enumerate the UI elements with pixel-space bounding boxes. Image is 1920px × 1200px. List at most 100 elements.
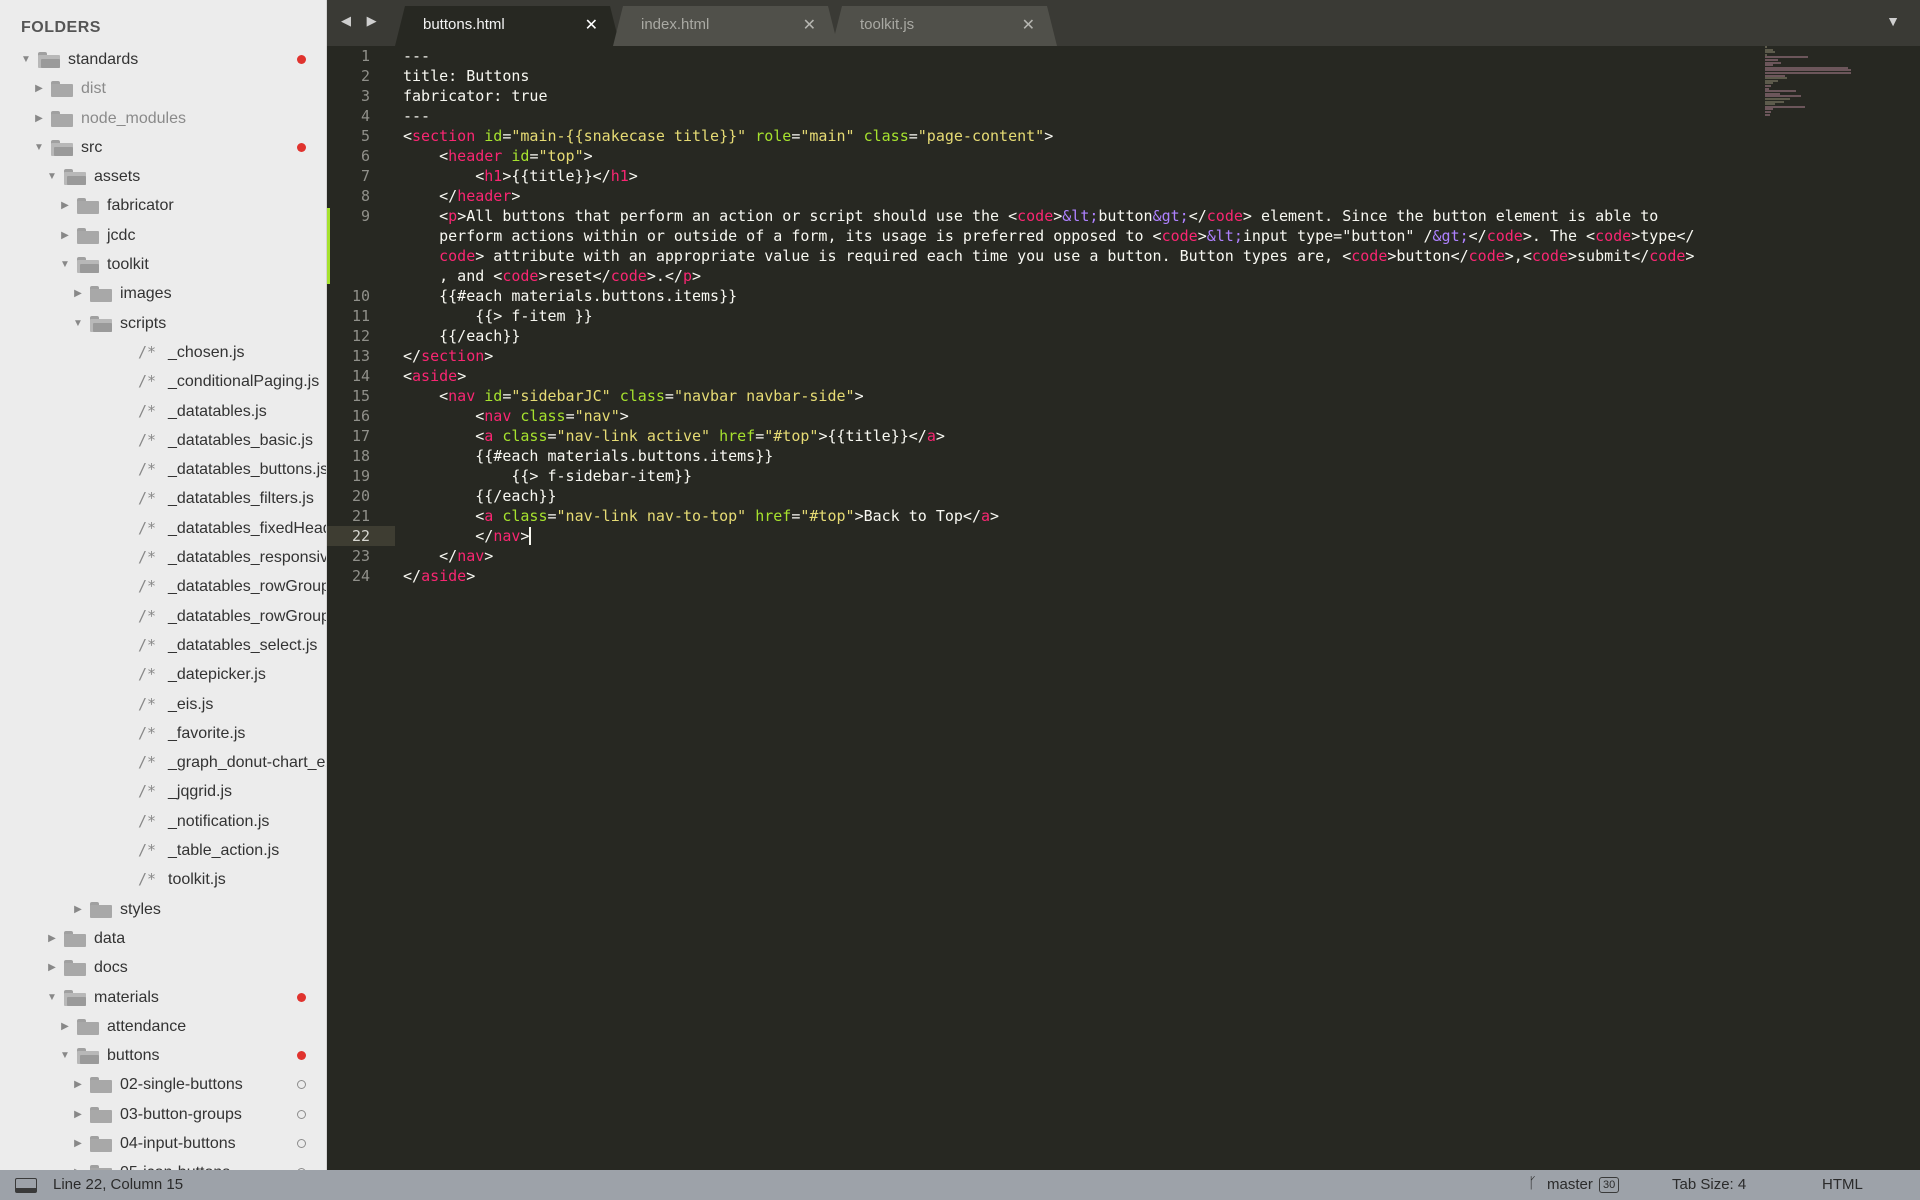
code-line[interactable]: --- — [403, 46, 430, 66]
tree-file[interactable]: /* _datatables_filters.js — [0, 484, 326, 513]
disclosure-closed-icon[interactable]: ▶ — [72, 1129, 84, 1158]
disclosure-closed-icon[interactable]: ▶ — [33, 104, 45, 133]
code-line[interactable]: {{> f-sidebar-item}} — [403, 466, 692, 486]
tree-folder[interactable]: ▶ 02-single-buttons — [0, 1070, 326, 1099]
disclosure-open-icon[interactable]: ▼ — [33, 133, 45, 162]
tree-folder[interactable]: ▶ images — [0, 279, 326, 308]
code-line[interactable]: <header id="top"> — [403, 146, 593, 166]
tree-file[interactable]: /* _datatables_responsive. — [0, 543, 326, 572]
close-icon[interactable]: ✕ — [585, 15, 598, 35]
code-line[interactable]: </header> — [403, 186, 520, 206]
disclosure-closed-icon[interactable]: ▶ — [59, 1012, 71, 1041]
code-line[interactable]: <nav id="sidebarJC" class="navbar navbar… — [403, 386, 863, 406]
git-branch[interactable]: master — [1547, 1176, 1593, 1193]
disclosure-closed-icon[interactable]: ▶ — [72, 1070, 84, 1099]
tree-folder[interactable]: ▶ fabricator — [0, 191, 326, 220]
code-line[interactable]: </aside> — [403, 566, 475, 586]
tree-file[interactable]: /* _datatables_select.js — [0, 631, 326, 660]
tree-file[interactable]: /* toolkit.js — [0, 865, 326, 894]
code-line[interactable]: </section> — [403, 346, 493, 366]
panel-toggle-icon[interactable] — [15, 1178, 37, 1193]
tree-folder[interactable]: ▼ src — [0, 133, 326, 162]
tree-folder[interactable]: ▼ standards — [0, 45, 326, 74]
code-line[interactable]: {{#each materials.buttons.items}} — [403, 446, 773, 466]
code-editor[interactable]: 1 2 3 4 5 6 7 8 9 10 11 12 13 14 15 16 17 18 19 20 21 22 23 24 … — [327, 46, 1920, 1170]
tree-folder[interactable]: ▶ data — [0, 924, 326, 953]
tree-folder[interactable]: ▶ attendance — [0, 1012, 326, 1041]
code-line[interactable]: <h1>{{title}}</h1> — [403, 166, 638, 186]
disclosure-open-icon[interactable]: ▼ — [59, 250, 71, 279]
disclosure-closed-icon[interactable]: ▶ — [72, 1158, 84, 1170]
syntax-selector[interactable]: HTML — [1822, 1176, 1863, 1193]
code-line[interactable]: <nav class="nav"> — [403, 406, 629, 426]
disclosure-open-icon[interactable]: ▼ — [72, 309, 84, 338]
tree-file[interactable]: /* _notification.js — [0, 807, 326, 836]
code-line[interactable]: <a class="nav-link nav-to-top" href="#to… — [403, 506, 999, 526]
code-line[interactable]: </nav> — [403, 526, 529, 546]
tree-folder[interactable]: ▶ docs — [0, 953, 326, 982]
disclosure-open-icon[interactable]: ▼ — [46, 983, 58, 1012]
minimap[interactable] — [1765, 46, 1860, 116]
code-line[interactable]: {{#each materials.buttons.items}} — [403, 286, 737, 306]
tree-folder[interactable]: ▼ toolkit — [0, 250, 326, 279]
tree-folder[interactable]: ▶ node_modules — [0, 104, 326, 133]
tree-file[interactable]: /* _datatables_basic.js — [0, 426, 326, 455]
code-line[interactable]: {{> f-item }} — [403, 306, 592, 326]
tree-file[interactable]: /* _eis.js — [0, 690, 326, 719]
disclosure-closed-icon[interactable]: ▶ — [46, 953, 58, 982]
tree-folder[interactable]: ▶ dist — [0, 74, 326, 103]
code-line[interactable]: <aside> — [403, 366, 466, 386]
tree-folder[interactable]: ▼ materials — [0, 983, 326, 1012]
tree-folder[interactable]: ▼ buttons — [0, 1041, 326, 1070]
disclosure-open-icon[interactable]: ▼ — [46, 162, 58, 191]
cursor-position[interactable]: Line 22, Column 15 — [53, 1176, 183, 1193]
disclosure-closed-icon[interactable]: ▶ — [46, 924, 58, 953]
code-line[interactable]: --- — [403, 106, 430, 126]
code-line[interactable]: perform actions within or outside of a f… — [403, 226, 1694, 246]
code-line[interactable]: <p>All buttons that perform an action or… — [403, 206, 1658, 226]
tree-folder[interactable]: ▶ 03-button-groups — [0, 1100, 326, 1129]
disclosure-closed-icon[interactable]: ▶ — [59, 191, 71, 220]
tab-index-html[interactable]: index.html ✕ — [613, 6, 838, 46]
tree-file[interactable]: /* _datatables_buttons.js — [0, 455, 326, 484]
disclosure-closed-icon[interactable]: ▶ — [59, 221, 71, 250]
tab-size-selector[interactable]: Tab Size: 4 — [1672, 1176, 1746, 1193]
disclosure-closed-icon[interactable]: ▶ — [33, 74, 45, 103]
disclosure-open-icon[interactable]: ▼ — [59, 1041, 71, 1070]
disclosure-open-icon[interactable]: ▼ — [20, 45, 32, 74]
disclosure-closed-icon[interactable]: ▶ — [72, 895, 84, 924]
tree-file[interactable]: /* _jqgrid.js — [0, 777, 326, 806]
code-line[interactable]: fabricator: true — [403, 86, 548, 106]
tab-buttons-html[interactable]: buttons.html ✕ — [395, 6, 620, 46]
tree-file[interactable]: /* _datatables.js — [0, 397, 326, 426]
code-line[interactable]: code> attribute with an appropriate valu… — [403, 246, 1694, 266]
code-line[interactable]: <section id = "main-{{snakecase title}}" r… — [403, 126, 1053, 146]
close-icon[interactable]: ✕ — [1022, 15, 1035, 35]
tree-file[interactable]: /* _datepicker.js — [0, 660, 326, 689]
tree-file[interactable]: /* _datatables_rowGroup_2 — [0, 602, 326, 631]
tree-file[interactable]: /* _table_action.js — [0, 836, 326, 865]
tab-menu-chevron-down-icon[interactable]: ▼ — [1886, 13, 1900, 29]
tab-toolkit-js[interactable]: toolkit.js ✕ — [832, 6, 1057, 46]
tree-file[interactable]: /* _datatables_rowGroup.js — [0, 572, 326, 601]
disclosure-closed-icon[interactable]: ▶ — [72, 1100, 84, 1129]
code-line[interactable]: , and <code>reset</code>.</p> — [403, 266, 701, 286]
disclosure-closed-icon[interactable]: ▶ — [72, 279, 84, 308]
code-line[interactable]: <a class="nav-link active" href="#top">{… — [403, 426, 945, 446]
tree-folder[interactable]: ▼ scripts — [0, 309, 326, 338]
tree-file[interactable]: /* _graph_donut-chart_ex. — [0, 748, 326, 777]
tab-nav-arrows-icon[interactable]: ◀ ▶ — [341, 13, 383, 29]
code-line[interactable]: {{/each}} — [403, 326, 520, 346]
tree-folder[interactable]: ▶ styles — [0, 895, 326, 924]
tree-file[interactable]: /* _chosen.js — [0, 338, 326, 367]
close-icon[interactable]: ✕ — [803, 15, 816, 35]
code-line[interactable]: title: Buttons — [403, 66, 529, 86]
tree-file[interactable]: /* _datatables_fixedHeade — [0, 514, 326, 543]
tree-folder[interactable]: ▼ assets — [0, 162, 326, 191]
tree-folder[interactable]: ▶ 04-input-buttons — [0, 1129, 326, 1158]
tree-file[interactable]: /* _favorite.js — [0, 719, 326, 748]
tree-folder[interactable]: ▶ 05-icon-buttons — [0, 1158, 326, 1170]
code-line[interactable]: {{/each}} — [403, 486, 556, 506]
code-line[interactable]: </nav> — [403, 546, 493, 566]
tree-folder[interactable]: ▶ jcdc — [0, 221, 326, 250]
